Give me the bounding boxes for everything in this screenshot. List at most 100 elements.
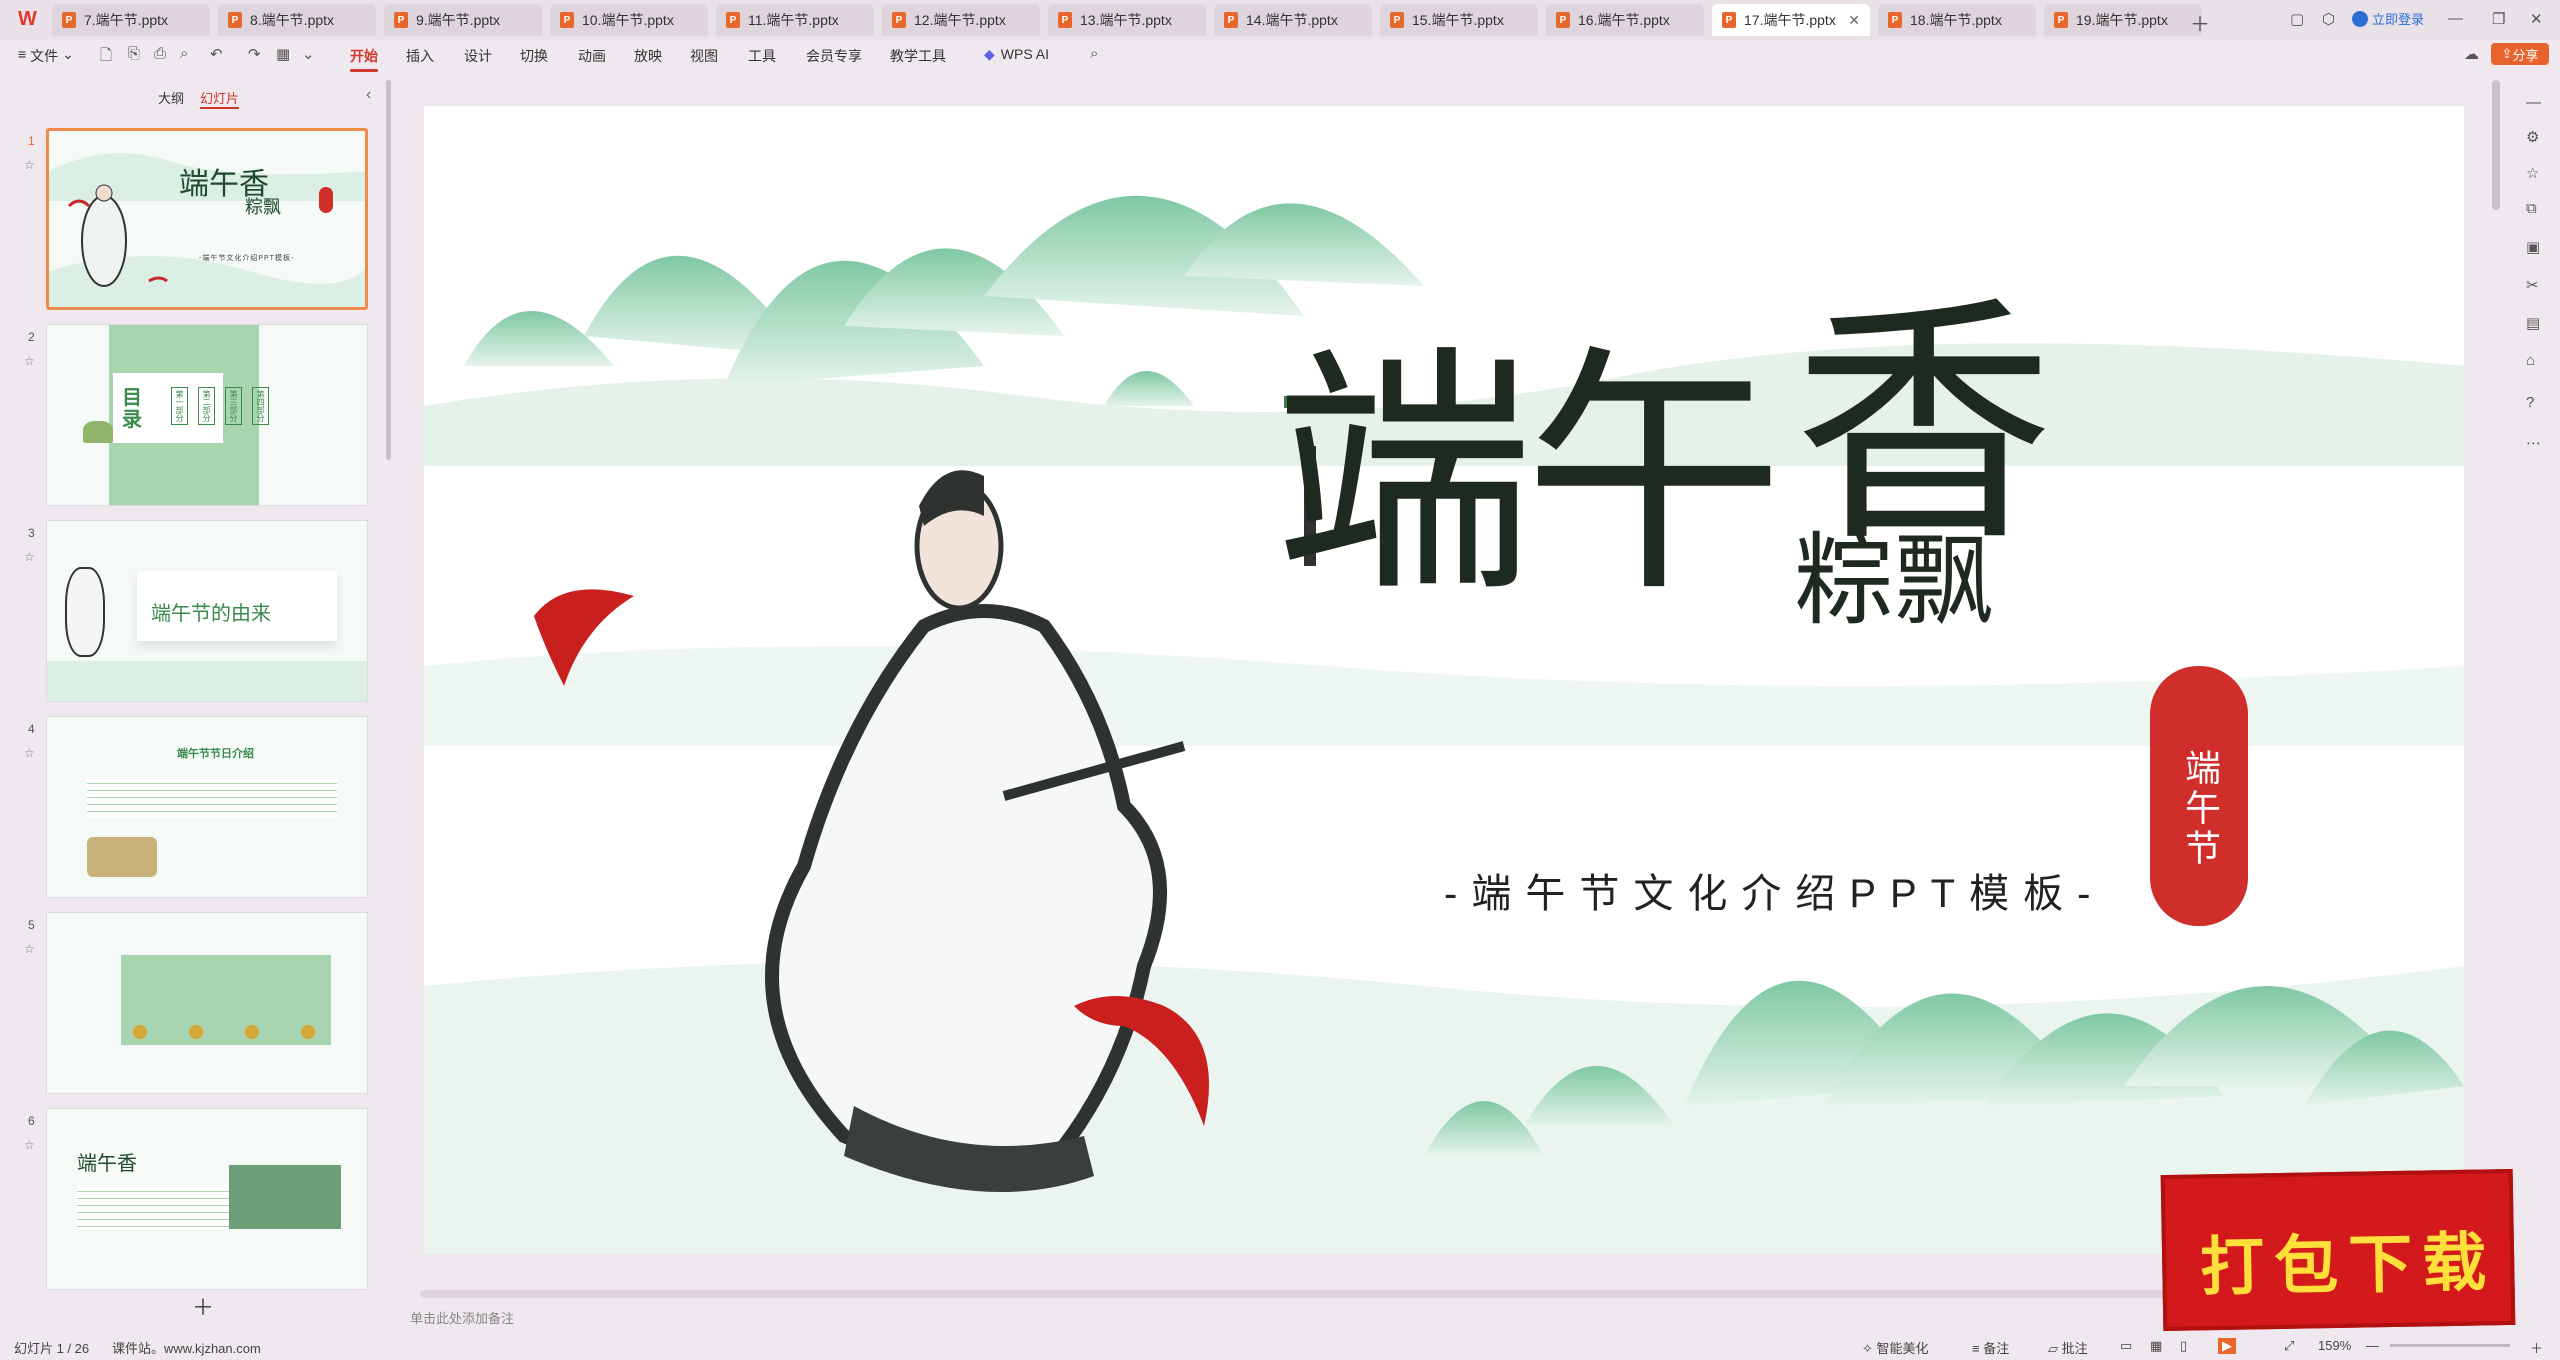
slide-title-sub[interactable]: 粽飘 [1794,526,1994,636]
wps-ai-button[interactable]: ◆ WPS AI [984,46,1049,63]
file-tab[interactable]: P 16.端午节.pptx [1546,4,1704,36]
save-icon[interactable]: 🗋 [100,45,112,70]
sorter-view-icon[interactable]: ▦ [2150,1338,2162,1354]
play-icon[interactable]: ▶ [2218,1338,2236,1354]
zoom-level[interactable]: 159% [2318,1338,2351,1353]
close-tab-icon[interactable]: ✕ [1848,12,1860,29]
zongzi-image [83,421,113,443]
star-icon[interactable]: ☆ [24,158,35,172]
restore-icon[interactable]: ❐ [2492,10,2505,28]
slide-thumbnail[interactable]: 端午节节日介绍 [46,716,368,898]
thumbnail-row[interactable]: 6 ☆ 端午香 [0,1108,392,1290]
menu-item[interactable]: 教学工具 [890,46,946,66]
tools-icon[interactable]: ✂ [2526,276,2539,294]
file-tab[interactable]: P 12.端午节.pptx [882,4,1040,36]
new-tab-button[interactable]: ＋ [2190,8,2210,37]
vertical-scrollbar[interactable] [2492,80,2500,210]
thumbnail-row[interactable]: 5 ☆ [0,912,392,1094]
star-icon[interactable]: ☆ [24,942,35,956]
cloud-icon[interactable]: ☁ [2464,45,2479,63]
menu-item[interactable]: 动画 [578,46,606,66]
star-icon[interactable]: ☆ [24,354,35,368]
menu-item[interactable]: 插入 [406,46,434,66]
thumbnail-row[interactable]: 4 ☆ 端午节节日介绍 [0,716,392,898]
notes-placeholder[interactable]: 单击此处添加备注 [410,1308,514,1327]
menu-item[interactable]: 工具 [748,46,776,66]
shirt-icon[interactable]: ⌂ [2526,352,2535,369]
file-tab[interactable]: P 11.端午节.pptx [716,4,874,36]
star-icon[interactable]: ☆ [24,1138,35,1152]
file-menu[interactable]: ≡ 文件 ⌄ [18,46,74,66]
file-tab[interactable]: P 10.端午节.pptx [550,4,708,36]
thumbnail-row[interactable]: 3 ☆ 端午节的由来 [0,520,392,702]
notes-button[interactable]: ≡ 备注 [1972,1338,2009,1357]
export-icon[interactable]: ⎘ [128,45,140,62]
settings-icon[interactable]: ⚙ [2526,128,2539,146]
slide-thumbnail[interactable]: 端午香 粽飘 -端午节文化介绍PPT模板- [46,128,368,310]
menu-item[interactable]: 放映 [634,46,662,66]
thumbnail-row[interactable]: 2 ☆ 目录 第一部分 第二部分 第三部分 第四部分 [0,324,392,506]
window-icon[interactable]: ▢ [2290,10,2304,28]
undo-icon[interactable]: ↶ [210,45,223,63]
current-slide[interactable]: 端午 香 粽飘 -端午节文化介绍PPT模板- 端午节 [424,106,2464,1254]
zoom-slider[interactable] [2390,1344,2510,1347]
star-icon[interactable]: ☆ [24,550,35,564]
minimize-icon[interactable]: — [2448,10,2463,27]
menu-item[interactable]: 开始 [350,46,378,72]
file-tab[interactable]: P 19.端午节.pptx [2044,4,2202,36]
file-tab[interactable]: P 15.端午节.pptx [1380,4,1538,36]
status-bar: 幻灯片 1 / 26 课件站。www.kjzhan.com ✧ 智能美化 ≡ 备… [0,1330,2560,1360]
slide-thumbnail[interactable]: 端午香 [46,1108,368,1290]
menu-item[interactable]: 视图 [690,46,718,66]
book-icon[interactable]: ▤ [2526,314,2540,332]
cube-icon[interactable]: ⬡ [2322,10,2335,28]
file-tab[interactable]: P 14.端午节.pptx [1214,4,1372,36]
slide-title-char[interactable]: 香 [1794,296,2054,556]
format-painter-icon[interactable]: ▦ [276,45,290,63]
star-icon[interactable]: ☆ [2526,164,2539,182]
redo-icon[interactable]: ↷ [248,45,261,63]
zoom-in-icon[interactable]: ＋ [2530,1338,2543,1357]
image-icon[interactable]: ▣ [2526,238,2540,256]
thumbnail-row[interactable]: 1 ☆ 端午香 粽飘 -端午节文化介绍PPT模板- [0,128,392,310]
fit-icon[interactable]: ⤢ [2284,1338,2294,1354]
copy-icon[interactable]: ⧉ [2526,200,2537,217]
close-window-icon[interactable]: ✕ [2530,10,2543,28]
help-icon[interactable]: ? [2526,394,2534,411]
star-icon[interactable]: ☆ [24,746,35,760]
wps-logo-icon[interactable]: W [18,8,44,32]
reading-view-icon[interactable]: ▯ [2180,1338,2187,1354]
file-tab[interactable]: P 8.端午节.pptx [218,4,376,36]
chevron-down-icon[interactable]: ⌄ [302,45,315,63]
smart-beautify-button[interactable]: ✧ 智能美化 [1862,1338,1929,1357]
comment-button[interactable]: ▱ 批注 [2048,1338,2088,1357]
print-icon[interactable]: ⎙ [154,45,166,62]
menu-item[interactable]: 设计 [464,46,492,66]
hamburger-icon: ≡ [18,46,27,62]
file-tab[interactable]: P 13.端午节.pptx [1048,4,1206,36]
search-icon[interactable]: ⌕ [1090,45,1098,62]
download-promo-banner[interactable]: 打包下载 [2160,1168,2516,1332]
slide-thumbnail[interactable]: 目录 第一部分 第二部分 第三部分 第四部分 [46,324,368,506]
tab-slides[interactable]: 幻灯片 [200,88,240,109]
zoom-out-icon[interactable]: — [2366,1338,2379,1353]
file-tab[interactable]: P 18.端午节.pptx [1878,4,2036,36]
collapse-icon[interactable]: — [2526,94,2541,111]
slide-thumbnail[interactable]: 端午节的由来 [46,520,368,702]
tab-outline[interactable]: 大纲 [158,88,184,109]
file-tab[interactable]: P 17.端午节.pptx ✕ [1712,4,1870,36]
menu-item[interactable]: 会员专享 [806,46,862,66]
more-icon[interactable]: ⋯ [2526,434,2541,452]
menu-item[interactable]: 切换 [520,46,548,66]
slide-subtitle[interactable]: -端午节文化介绍PPT模板- [1444,861,2104,919]
file-tab[interactable]: P 9.端午节.pptx [384,4,542,36]
file-tab[interactable]: P 7.端午节.pptx [52,4,210,36]
normal-view-icon[interactable]: ▭ [2120,1338,2132,1354]
slide-title-main[interactable]: 端午 [1274,346,1784,606]
share-button[interactable]: ⇪ 分享 [2491,43,2549,65]
login-button[interactable]: 立即登录 [2352,9,2424,28]
add-slide-button[interactable]: ＋ [192,1290,214,1322]
collapse-panel-icon[interactable]: ‹ [366,86,371,104]
preview-icon[interactable]: ⌕ [180,45,188,62]
slide-thumbnail[interactable] [46,912,368,1094]
